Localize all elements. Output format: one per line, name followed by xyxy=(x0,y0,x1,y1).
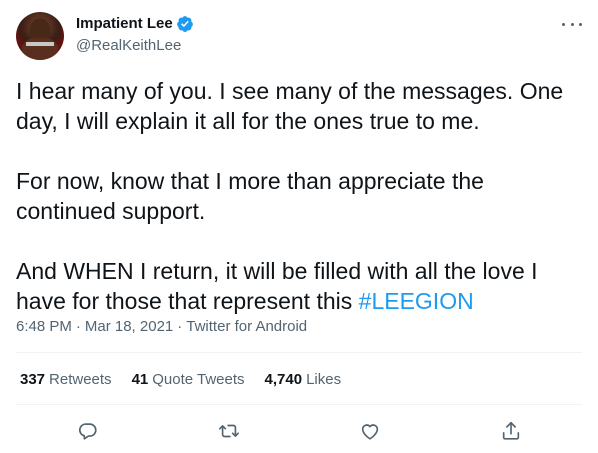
reply-icon xyxy=(78,423,97,440)
likes-count: 4,740 xyxy=(264,371,303,388)
reply-button[interactable] xyxy=(73,416,103,446)
tweet-date[interactable]: Mar 18, 2021 xyxy=(85,318,173,335)
retweets-count: 337 xyxy=(20,371,46,388)
heart-icon xyxy=(361,424,379,440)
avatar[interactable] xyxy=(16,12,64,60)
retweet-button[interactable] xyxy=(214,416,244,446)
retweets-label: Retweets xyxy=(49,371,112,388)
hashtag-link[interactable]: #LEEGION xyxy=(359,288,474,314)
tweet-text: I hear many of you. I see many of the me… xyxy=(16,76,582,316)
more-dot xyxy=(579,22,582,26)
verified-badge-icon xyxy=(176,15,194,33)
handle[interactable]: @RealKeithLee xyxy=(76,36,194,56)
tweet-paragraph-3: And WHEN I return, it will be filled wit… xyxy=(16,256,582,316)
author-block: Impatient Lee @RealKeithLee xyxy=(76,14,194,56)
share-icon xyxy=(502,421,520,440)
more-dot xyxy=(562,22,565,26)
likes-label: Likes xyxy=(306,371,342,388)
share-button[interactable] xyxy=(496,416,526,446)
meta-separator: · xyxy=(177,318,183,335)
divider xyxy=(16,352,582,353)
more-dot xyxy=(570,22,574,26)
tweet-source[interactable]: Twitter for Android xyxy=(186,318,307,335)
quote-tweets-stat[interactable]: 41 Quote Tweets xyxy=(132,370,245,390)
avatar-strap xyxy=(26,42,54,46)
more-horizontal-icon[interactable] xyxy=(562,18,582,30)
tweet-time[interactable]: 6:48 PM xyxy=(16,318,72,335)
quote-tweets-count: 41 xyxy=(131,371,149,388)
like-button[interactable] xyxy=(355,416,385,446)
retweets-stat[interactable]: 337 Retweets xyxy=(20,370,112,390)
tweet-paragraph-1: I hear many of you. I see many of the me… xyxy=(16,78,564,134)
retweet-icon xyxy=(219,424,239,438)
divider xyxy=(16,404,582,405)
tweet-stats: 337 Retweets 41 Quote Tweets 4,740 Likes xyxy=(20,370,361,390)
tweet-card: Impatient Lee @RealKeithLee I hear many … xyxy=(0,0,598,453)
meta-separator: · xyxy=(75,318,81,335)
display-name[interactable]: Impatient Lee xyxy=(76,14,173,34)
action-bar xyxy=(0,416,598,446)
tweet-meta: 6:48 PM · Mar 18, 2021 · Twitter for Android xyxy=(16,317,307,337)
quote-tweets-label: Quote Tweets xyxy=(152,371,245,388)
display-name-row: Impatient Lee xyxy=(76,14,194,34)
likes-stat[interactable]: 4,740 Likes xyxy=(265,370,342,390)
tweet-paragraph-2: For now, know that I more than appreciat… xyxy=(16,168,484,224)
